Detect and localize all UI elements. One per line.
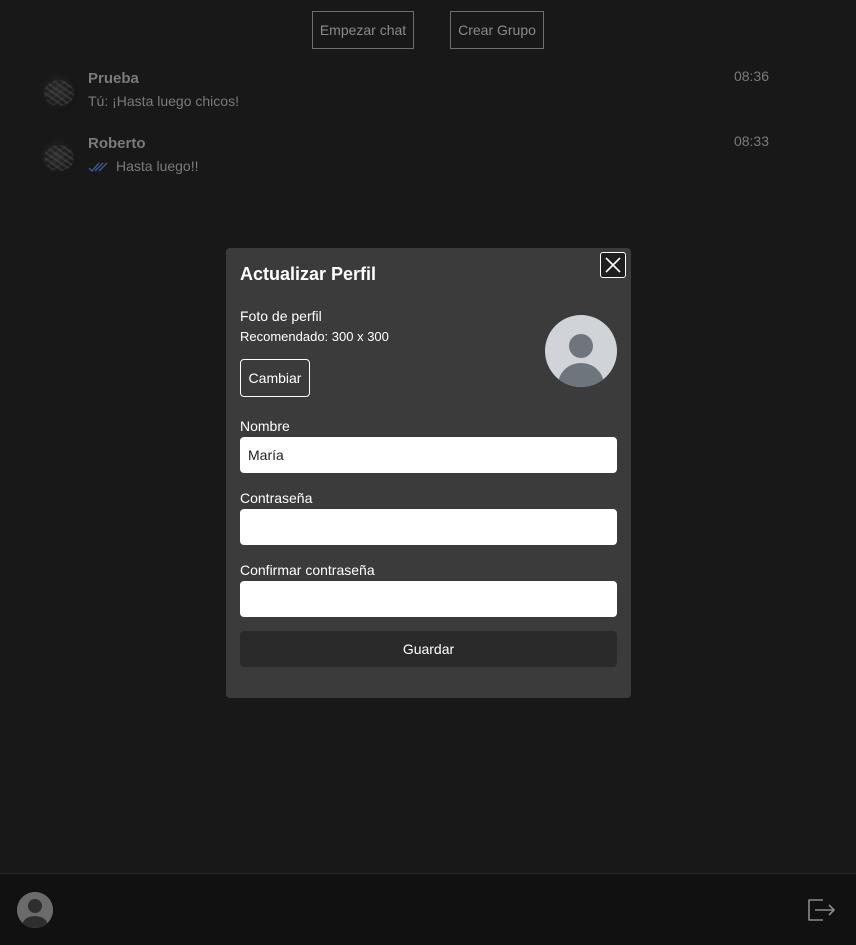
logout-icon [808, 899, 835, 921]
close-icon [605, 257, 621, 273]
confirm-password-field[interactable] [240, 581, 617, 617]
update-profile-modal: Actualizar Perfil Foto de perfil Recomen… [226, 248, 631, 698]
password-label: Contraseña [240, 490, 313, 506]
app: Empezar chat Crear Grupo Prueba Tú: ¡Has… [0, 0, 856, 945]
double-check-icon [88, 162, 108, 173]
user-avatar-icon [17, 892, 53, 928]
confirm-password-label: Confirmar contraseña [240, 562, 375, 578]
start-chat-button[interactable]: Empezar chat [312, 11, 414, 49]
footer-bar [0, 873, 856, 945]
photo-hint: Recomendado: 300 x 300 [240, 329, 389, 344]
logout-button[interactable] [805, 896, 837, 924]
name-field[interactable] [240, 437, 617, 473]
save-button[interactable]: Guardar [240, 631, 617, 667]
profile-avatar [545, 315, 617, 387]
name-label: Nombre [240, 418, 290, 434]
modal-title: Actualizar Perfil [240, 264, 377, 284]
change-photo-button[interactable]: Cambiar [240, 359, 310, 397]
chat-name: Roberto [88, 135, 146, 152]
chat-item-roberto[interactable]: Roberto Hasta luego!! 08:33 [40, 133, 780, 185]
password-field[interactable] [240, 509, 617, 545]
create-group-button[interactable]: Crear Grupo [450, 11, 544, 49]
chat-avatar [40, 74, 78, 112]
chat-preview-text: Hasta luego!! [116, 158, 199, 174]
close-button[interactable] [600, 252, 626, 278]
chat-item-prueba[interactable]: Prueba Tú: ¡Hasta luego chicos! 08:36 [40, 68, 780, 120]
chat-name: Prueba [88, 70, 139, 87]
chat-preview-row: Hasta luego!! [88, 158, 199, 174]
chat-time: 08:33 [733, 133, 769, 149]
photo-label: Foto de perfil [240, 308, 322, 324]
chat-time: 08:36 [733, 68, 769, 84]
my-avatar[interactable] [17, 892, 53, 928]
user-avatar-icon [558, 334, 604, 387]
chat-avatar [40, 139, 78, 177]
chat-preview: Tú: ¡Hasta luego chicos! [88, 93, 239, 109]
